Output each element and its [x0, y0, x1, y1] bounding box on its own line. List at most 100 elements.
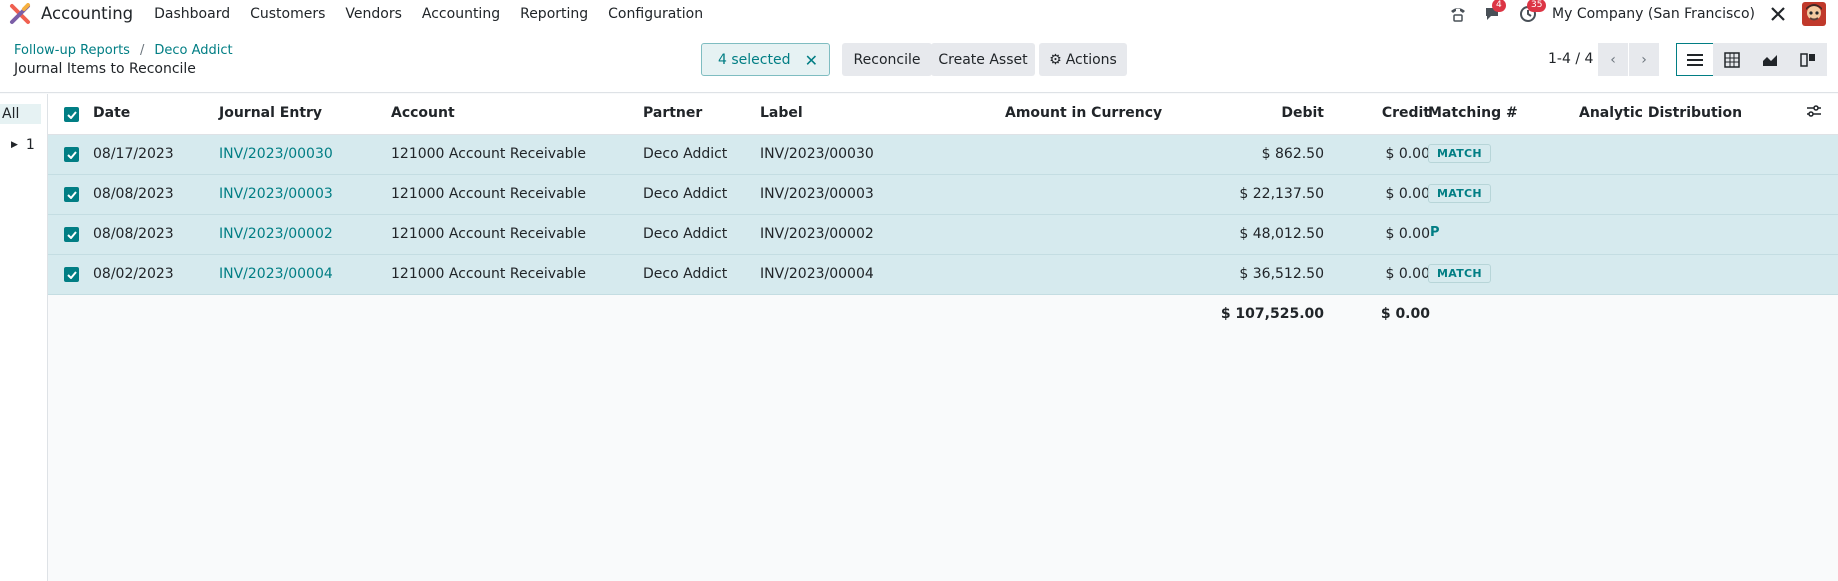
- cell-partner: Deco Addict: [643, 266, 728, 282]
- breadcrumb-deco-addict[interactable]: Deco Addict: [154, 43, 232, 58]
- table-row[interactable]: 08/08/2023 INV/2023/00003 121000 Account…: [48, 175, 1838, 215]
- breadcrumb-separator: /: [139, 43, 145, 58]
- top-navbar: Accounting Dashboard Customers Vendors A…: [0, 0, 1838, 27]
- reconcile-button[interactable]: Reconcile: [842, 43, 932, 76]
- matching-number[interactable]: P: [1430, 225, 1440, 240]
- user-avatar[interactable]: [1802, 1, 1826, 26]
- cell-journal-entry[interactable]: INV/2023/00030: [219, 146, 333, 162]
- sidebar-item-all[interactable]: All: [0, 104, 41, 124]
- match-button[interactable]: MATCH: [1428, 144, 1491, 163]
- list-icon: [1687, 53, 1703, 66]
- cell-debit: $ 22,137.50: [1239, 186, 1324, 202]
- cell-label: INV/2023/00030: [760, 146, 874, 162]
- kanban-view-button[interactable]: [1789, 43, 1827, 76]
- navbar-systray: 4 35 My Company (San Francisco): [1447, 0, 1838, 27]
- table-header: Date Journal Entry Account Partner Label…: [48, 94, 1838, 135]
- messages-badge: 4: [1492, 0, 1506, 12]
- cell-partner: Deco Addict: [643, 186, 728, 202]
- control-panel: Follow-up Reports / Deco Addict Journal …: [0, 27, 1838, 93]
- col-debit[interactable]: Debit: [1188, 105, 1324, 121]
- match-button[interactable]: MATCH: [1428, 184, 1491, 203]
- clear-selection-icon[interactable]: ✕: [805, 51, 818, 70]
- menu-reporting[interactable]: Reporting: [510, 6, 598, 22]
- create-asset-button[interactable]: Create Asset: [931, 43, 1035, 76]
- select-all-checkbox[interactable]: [64, 107, 79, 122]
- cell-debit: $ 48,012.50: [1239, 226, 1324, 242]
- row-checkbox[interactable]: [64, 187, 79, 202]
- total-credit: $ 0.00: [1380, 306, 1430, 322]
- kanban-icon: [1800, 52, 1815, 67]
- totals-row: $ 107,525.00 $ 0.00: [48, 295, 1838, 335]
- pivot-grid-icon: [1724, 51, 1740, 68]
- pivot-view-button[interactable]: [1713, 43, 1751, 76]
- debug-tools-icon[interactable]: [1767, 3, 1789, 25]
- cell-account: 121000 Account Receivable: [391, 226, 587, 242]
- cell-date: 08/17/2023: [93, 146, 174, 162]
- table-row[interactable]: 08/02/2023 INV/2023/00004 121000 Account…: [48, 255, 1838, 295]
- col-partner[interactable]: Partner: [643, 105, 702, 121]
- main-menu: Dashboard Customers Vendors Accounting R…: [144, 6, 713, 22]
- menu-vendors[interactable]: Vendors: [335, 6, 411, 22]
- cell-journal-entry[interactable]: INV/2023/00003: [219, 186, 333, 202]
- cell-journal-entry[interactable]: INV/2023/00002: [219, 226, 333, 242]
- selection-count: 4 selected: [718, 51, 791, 68]
- actions-button[interactable]: ⚙ Actions: [1039, 43, 1127, 76]
- menu-configuration[interactable]: Configuration: [598, 6, 713, 22]
- sidebar-group-1[interactable]: ▶ 1: [11, 137, 35, 153]
- selection-indicator: 4 selected ✕: [701, 43, 830, 76]
- col-label[interactable]: Label: [760, 105, 803, 121]
- optional-columns-toggle-icon[interactable]: [1806, 104, 1822, 122]
- pager-previous-button[interactable]: ‹: [1598, 43, 1628, 76]
- row-checkbox[interactable]: [64, 267, 79, 282]
- col-journal-entry[interactable]: Journal Entry: [219, 105, 322, 121]
- graph-view-button[interactable]: [1751, 43, 1789, 76]
- table-row[interactable]: 08/17/2023 INV/2023/00030 121000 Account…: [48, 135, 1838, 239]
- company-switcher[interactable]: My Company (San Francisco): [1552, 6, 1755, 22]
- col-analytic-distribution[interactable]: Analytic Distribution: [1579, 105, 1742, 121]
- cell-credit: $ 0.00: [1385, 146, 1430, 162]
- cell-date: 08/08/2023: [93, 186, 174, 202]
- page-title: Journal Items to Reconcile: [14, 61, 196, 77]
- row-checkbox[interactable]: [64, 227, 79, 242]
- chevron-left-icon: ‹: [1610, 51, 1616, 68]
- table-row[interactable]: 08/08/2023 INV/2023/00002 121000 Account…: [48, 215, 1838, 255]
- journal-items-table: Date Journal Entry Account Partner Label…: [48, 94, 1838, 335]
- cell-label: INV/2023/00004: [760, 266, 874, 282]
- cell-account: 121000 Account Receivable: [391, 266, 587, 282]
- cell-credit: $ 0.00: [1385, 186, 1430, 202]
- accounting-app-logo-icon[interactable]: [9, 2, 31, 25]
- pager-value[interactable]: 1-4 / 4: [1548, 51, 1593, 67]
- col-amount-in-currency[interactable]: Amount in Currency: [1005, 105, 1162, 121]
- menu-dashboard[interactable]: Dashboard: [144, 6, 240, 22]
- app-name[interactable]: Accounting: [41, 4, 133, 23]
- cell-partner: Deco Addict: [643, 226, 728, 242]
- menu-customers[interactable]: Customers: [240, 6, 335, 22]
- breadcrumb-follow-up-reports[interactable]: Follow-up Reports: [14, 43, 130, 58]
- activities-clock-icon[interactable]: 35: [1517, 0, 1547, 25]
- total-debit: $ 107,525.00: [1220, 306, 1324, 322]
- cell-journal-entry[interactable]: INV/2023/00004: [219, 266, 333, 282]
- caret-right-icon: ▶: [11, 140, 18, 150]
- col-account[interactable]: Account: [391, 105, 455, 121]
- cell-account: 121000 Account Receivable: [391, 146, 587, 162]
- menu-accounting[interactable]: Accounting: [412, 6, 510, 22]
- pager-next-button[interactable]: ›: [1629, 43, 1659, 76]
- cell-debit: $ 862.50: [1261, 146, 1324, 162]
- sidebar-group-label: 1: [25, 137, 35, 153]
- cell-label: INV/2023/00003: [760, 186, 874, 202]
- match-button[interactable]: MATCH: [1428, 264, 1491, 283]
- actions-label: Actions: [1065, 51, 1117, 68]
- list-view-button[interactable]: [1676, 43, 1714, 76]
- activities-badge: 35: [1527, 0, 1547, 12]
- cell-credit: $ 0.00: [1385, 266, 1430, 282]
- col-matching[interactable]: Matching #: [1428, 105, 1518, 121]
- col-credit[interactable]: Credit: [1338, 105, 1430, 121]
- row-checkbox[interactable]: [64, 147, 79, 162]
- messages-icon[interactable]: 4: [1482, 0, 1506, 25]
- cell-credit: $ 0.00: [1385, 226, 1430, 242]
- col-date[interactable]: Date: [93, 105, 130, 121]
- phone-icon[interactable]: [1447, 3, 1469, 25]
- gear-icon: ⚙: [1049, 51, 1062, 68]
- cell-date: 08/02/2023: [93, 266, 174, 282]
- cell-debit: $ 36,512.50: [1239, 266, 1324, 282]
